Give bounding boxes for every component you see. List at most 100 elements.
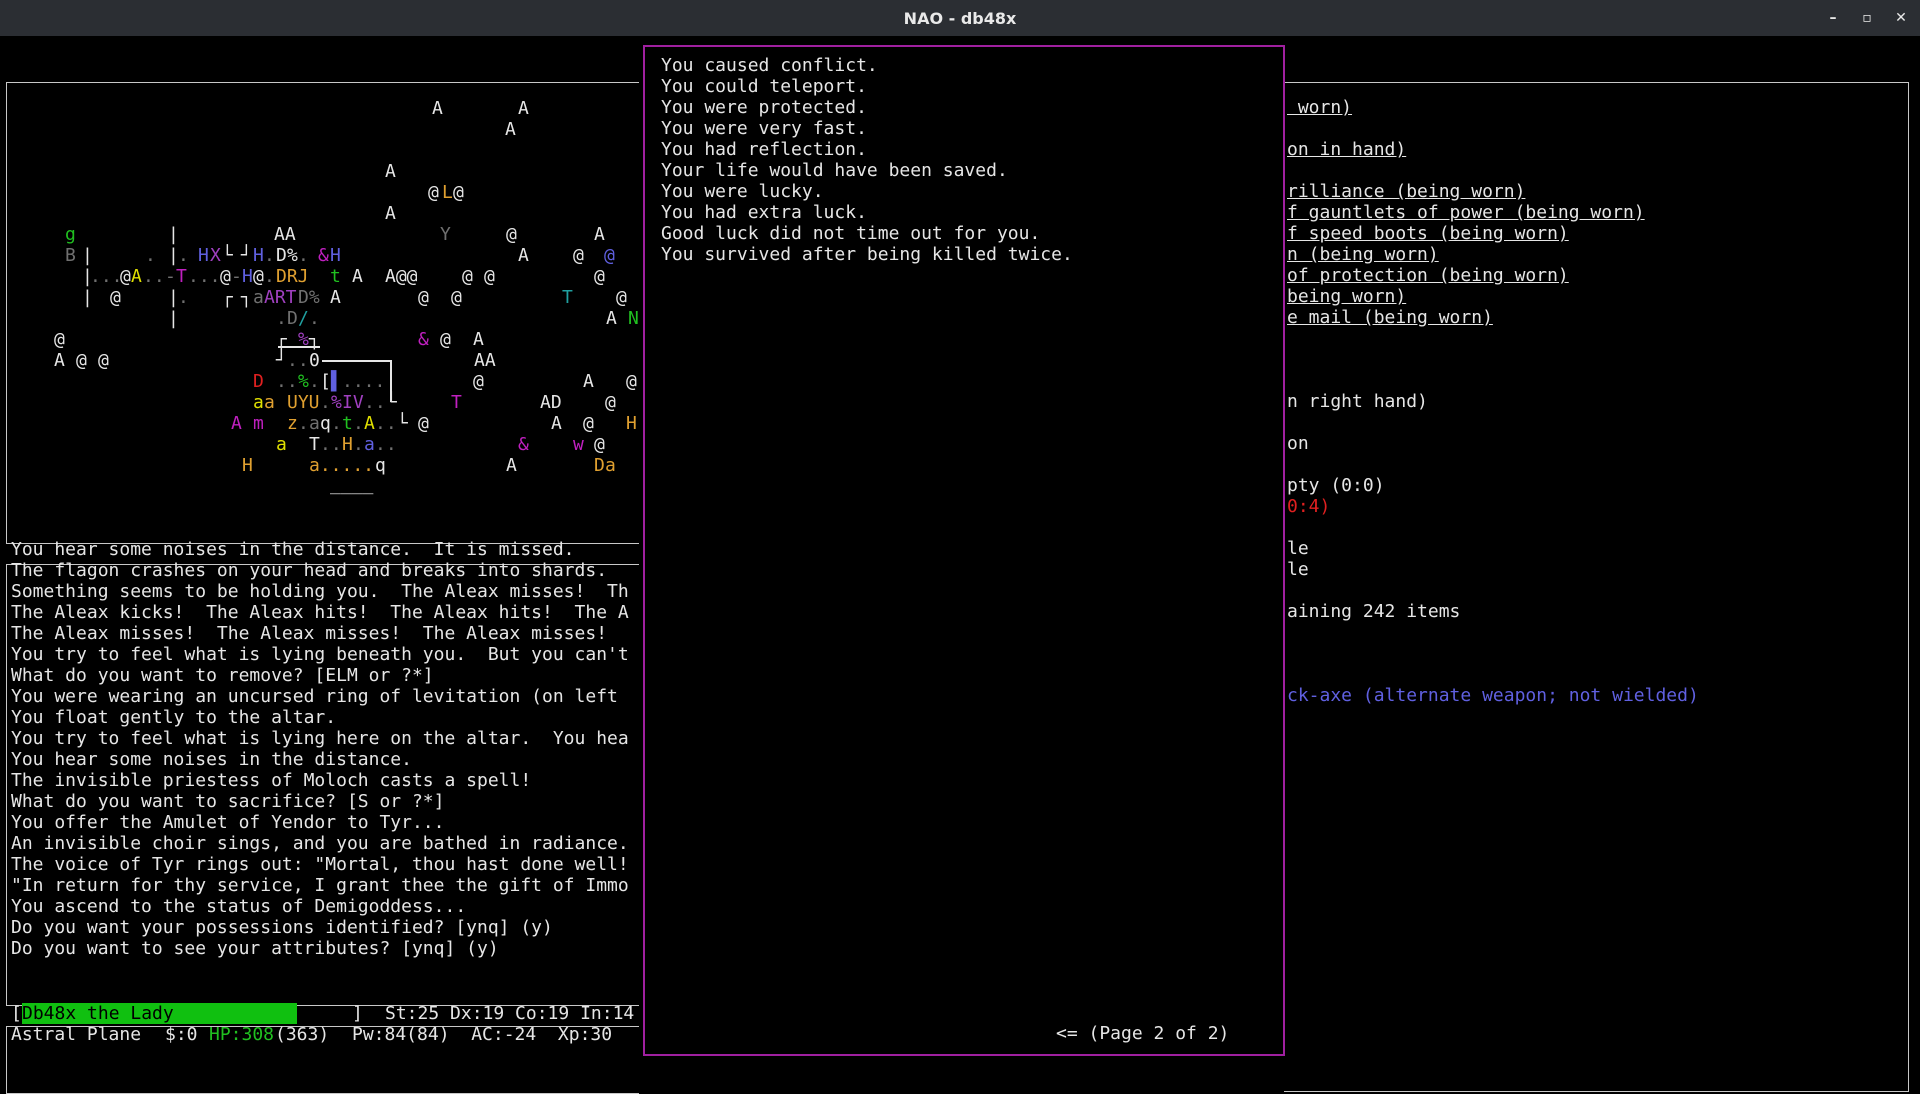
map-glyph: H bbox=[330, 245, 341, 266]
status-close-bracket: ] bbox=[352, 1003, 363, 1024]
message-line: The invisible priestess of Moloch casts … bbox=[11, 770, 532, 791]
map-glyph: - bbox=[231, 266, 242, 287]
map-glyph: D bbox=[276, 245, 287, 266]
map-glyph: . bbox=[145, 245, 156, 266]
attribute-line: You survived after being killed twice. bbox=[661, 244, 1073, 265]
map-glyph: a..... bbox=[309, 455, 375, 476]
map-glyph: IV bbox=[342, 392, 364, 413]
close-button[interactable]: ✕ bbox=[1890, 8, 1912, 28]
message-line: The voice of Tyr rings out: "Mortal, tho… bbox=[11, 854, 629, 875]
map-glyph: ┌ bbox=[222, 287, 233, 308]
map-glyph: @ bbox=[506, 224, 517, 245]
message-line: "In return for thy service, I grant thee… bbox=[11, 875, 629, 896]
map-glyph: .. bbox=[364, 392, 386, 413]
map-glyph: ┐ bbox=[241, 287, 252, 308]
attribute-line: You had extra luck. bbox=[661, 202, 867, 223]
map-glyph: A bbox=[330, 287, 341, 308]
map-glyph: A bbox=[606, 308, 617, 329]
maximize-button[interactable]: ▫ bbox=[1856, 8, 1878, 28]
map-glyph: . bbox=[178, 245, 189, 266]
map-glyph: H bbox=[253, 245, 264, 266]
map-glyph: A bbox=[131, 266, 142, 287]
map-glyph: .. bbox=[320, 434, 342, 455]
message-line: You hear some noises in the distance. bbox=[11, 749, 412, 770]
map-glyph: q bbox=[375, 455, 386, 476]
inventory-item: ck-axe (alternate weapon; not wielded) bbox=[1287, 685, 1699, 706]
map-glyph: . bbox=[298, 245, 309, 266]
map-glyph: z bbox=[287, 413, 298, 434]
map-glyph: % bbox=[298, 371, 309, 392]
map-glyph: . bbox=[353, 413, 364, 434]
inventory-item: on bbox=[1287, 433, 1309, 454]
map-glyph: A bbox=[54, 350, 65, 371]
map-glyph: A bbox=[518, 98, 529, 119]
message-line: You ascend to the status of Demigoddess.… bbox=[11, 896, 467, 917]
map-glyph: └ bbox=[397, 413, 408, 434]
map-glyph: @ bbox=[594, 434, 605, 455]
map-glyph: A bbox=[432, 98, 443, 119]
map-glyph: ▌ bbox=[331, 371, 342, 392]
inventory-item: worn) bbox=[1287, 97, 1353, 118]
map-glyph: Y bbox=[440, 224, 451, 245]
map-glyph: .. bbox=[276, 371, 298, 392]
map-glyph: . bbox=[264, 245, 275, 266]
attribute-line: You were very fast. bbox=[661, 118, 867, 139]
inventory-item: being worn) bbox=[1287, 286, 1407, 307]
map-glyph: t bbox=[342, 413, 353, 434]
map-glyph: T bbox=[309, 434, 320, 455]
inventory-item: le bbox=[1287, 559, 1309, 580]
inventory-item: rilliance (being worn) bbox=[1287, 181, 1526, 202]
map-glyph: @ bbox=[98, 350, 109, 371]
map-glyph: A@@ bbox=[385, 266, 418, 287]
location-name: Astral Plane bbox=[11, 1024, 142, 1045]
map-glyph: @ bbox=[418, 413, 429, 434]
inventory-item: n (being worn) bbox=[1287, 244, 1439, 265]
inventory-item: le bbox=[1287, 538, 1309, 559]
map-glyph: g bbox=[65, 224, 76, 245]
map-glyph: A bbox=[551, 413, 562, 434]
status-open-bracket: [ bbox=[11, 1003, 22, 1024]
map-glyph: L bbox=[442, 182, 453, 203]
map-glyph: H bbox=[342, 434, 353, 455]
map-glyph: AA bbox=[474, 350, 496, 371]
map-glyph: N bbox=[628, 308, 639, 329]
page-indicator[interactable]: <= (Page 2 of 2) bbox=[1056, 1023, 1229, 1044]
map-glyph: @ bbox=[451, 287, 462, 308]
minimize-button[interactable]: – bbox=[1822, 8, 1844, 28]
map-glyph: a bbox=[309, 413, 320, 434]
map-glyph: & bbox=[318, 245, 329, 266]
map-glyph: .... bbox=[342, 371, 386, 392]
inventory-item: 0:4) bbox=[1287, 496, 1331, 517]
map-glyph: @ bbox=[604, 245, 615, 266]
map-glyph: ... bbox=[188, 266, 221, 287]
message-line: You were wearing an uncursed ring of lev… bbox=[11, 686, 629, 707]
map-glyph: % bbox=[331, 392, 342, 413]
map-glyph: @ bbox=[453, 182, 464, 203]
map-glyph: a bbox=[253, 392, 264, 413]
message-line: Do you want to see your attributes? [ynq… bbox=[11, 938, 499, 959]
map-glyph: @ bbox=[583, 413, 594, 434]
map-wall-segment: ____ bbox=[330, 474, 374, 495]
status-line-rest: Pw:84(84) AC:-24 Xp:30 bbox=[352, 1024, 613, 1045]
map-glyph: @ bbox=[428, 182, 439, 203]
map-glyph: . bbox=[264, 266, 275, 287]
map-glyph: UYU bbox=[287, 392, 320, 413]
map-glyph: A bbox=[385, 161, 396, 182]
gold-count: $:0 bbox=[165, 1024, 198, 1045]
attribute-line: Your life would have been saved. bbox=[661, 160, 1008, 181]
map-glyph: ... bbox=[90, 266, 123, 287]
map-glyph: A bbox=[583, 371, 594, 392]
map-wall-segment bbox=[322, 360, 392, 362]
attribute-line: You were lucky. bbox=[661, 181, 824, 202]
map-wall-segment bbox=[278, 346, 320, 348]
message-line: What do you want to remove? [ELM or ?*] bbox=[11, 665, 434, 686]
map-glyph: | bbox=[168, 224, 179, 245]
map-glyph: @ bbox=[76, 350, 87, 371]
window-titlebar: NAO - db48x – ▫ ✕ bbox=[0, 0, 1920, 36]
inventory-item: f speed boots (being worn) bbox=[1287, 223, 1569, 244]
map-glyph: @ bbox=[418, 287, 429, 308]
map-glyph: X bbox=[210, 245, 221, 266]
message-line: What do you want to sacrifice? [S or ?*] bbox=[11, 791, 445, 812]
map-glyph: a bbox=[264, 392, 275, 413]
map-glyph: T bbox=[176, 266, 187, 287]
